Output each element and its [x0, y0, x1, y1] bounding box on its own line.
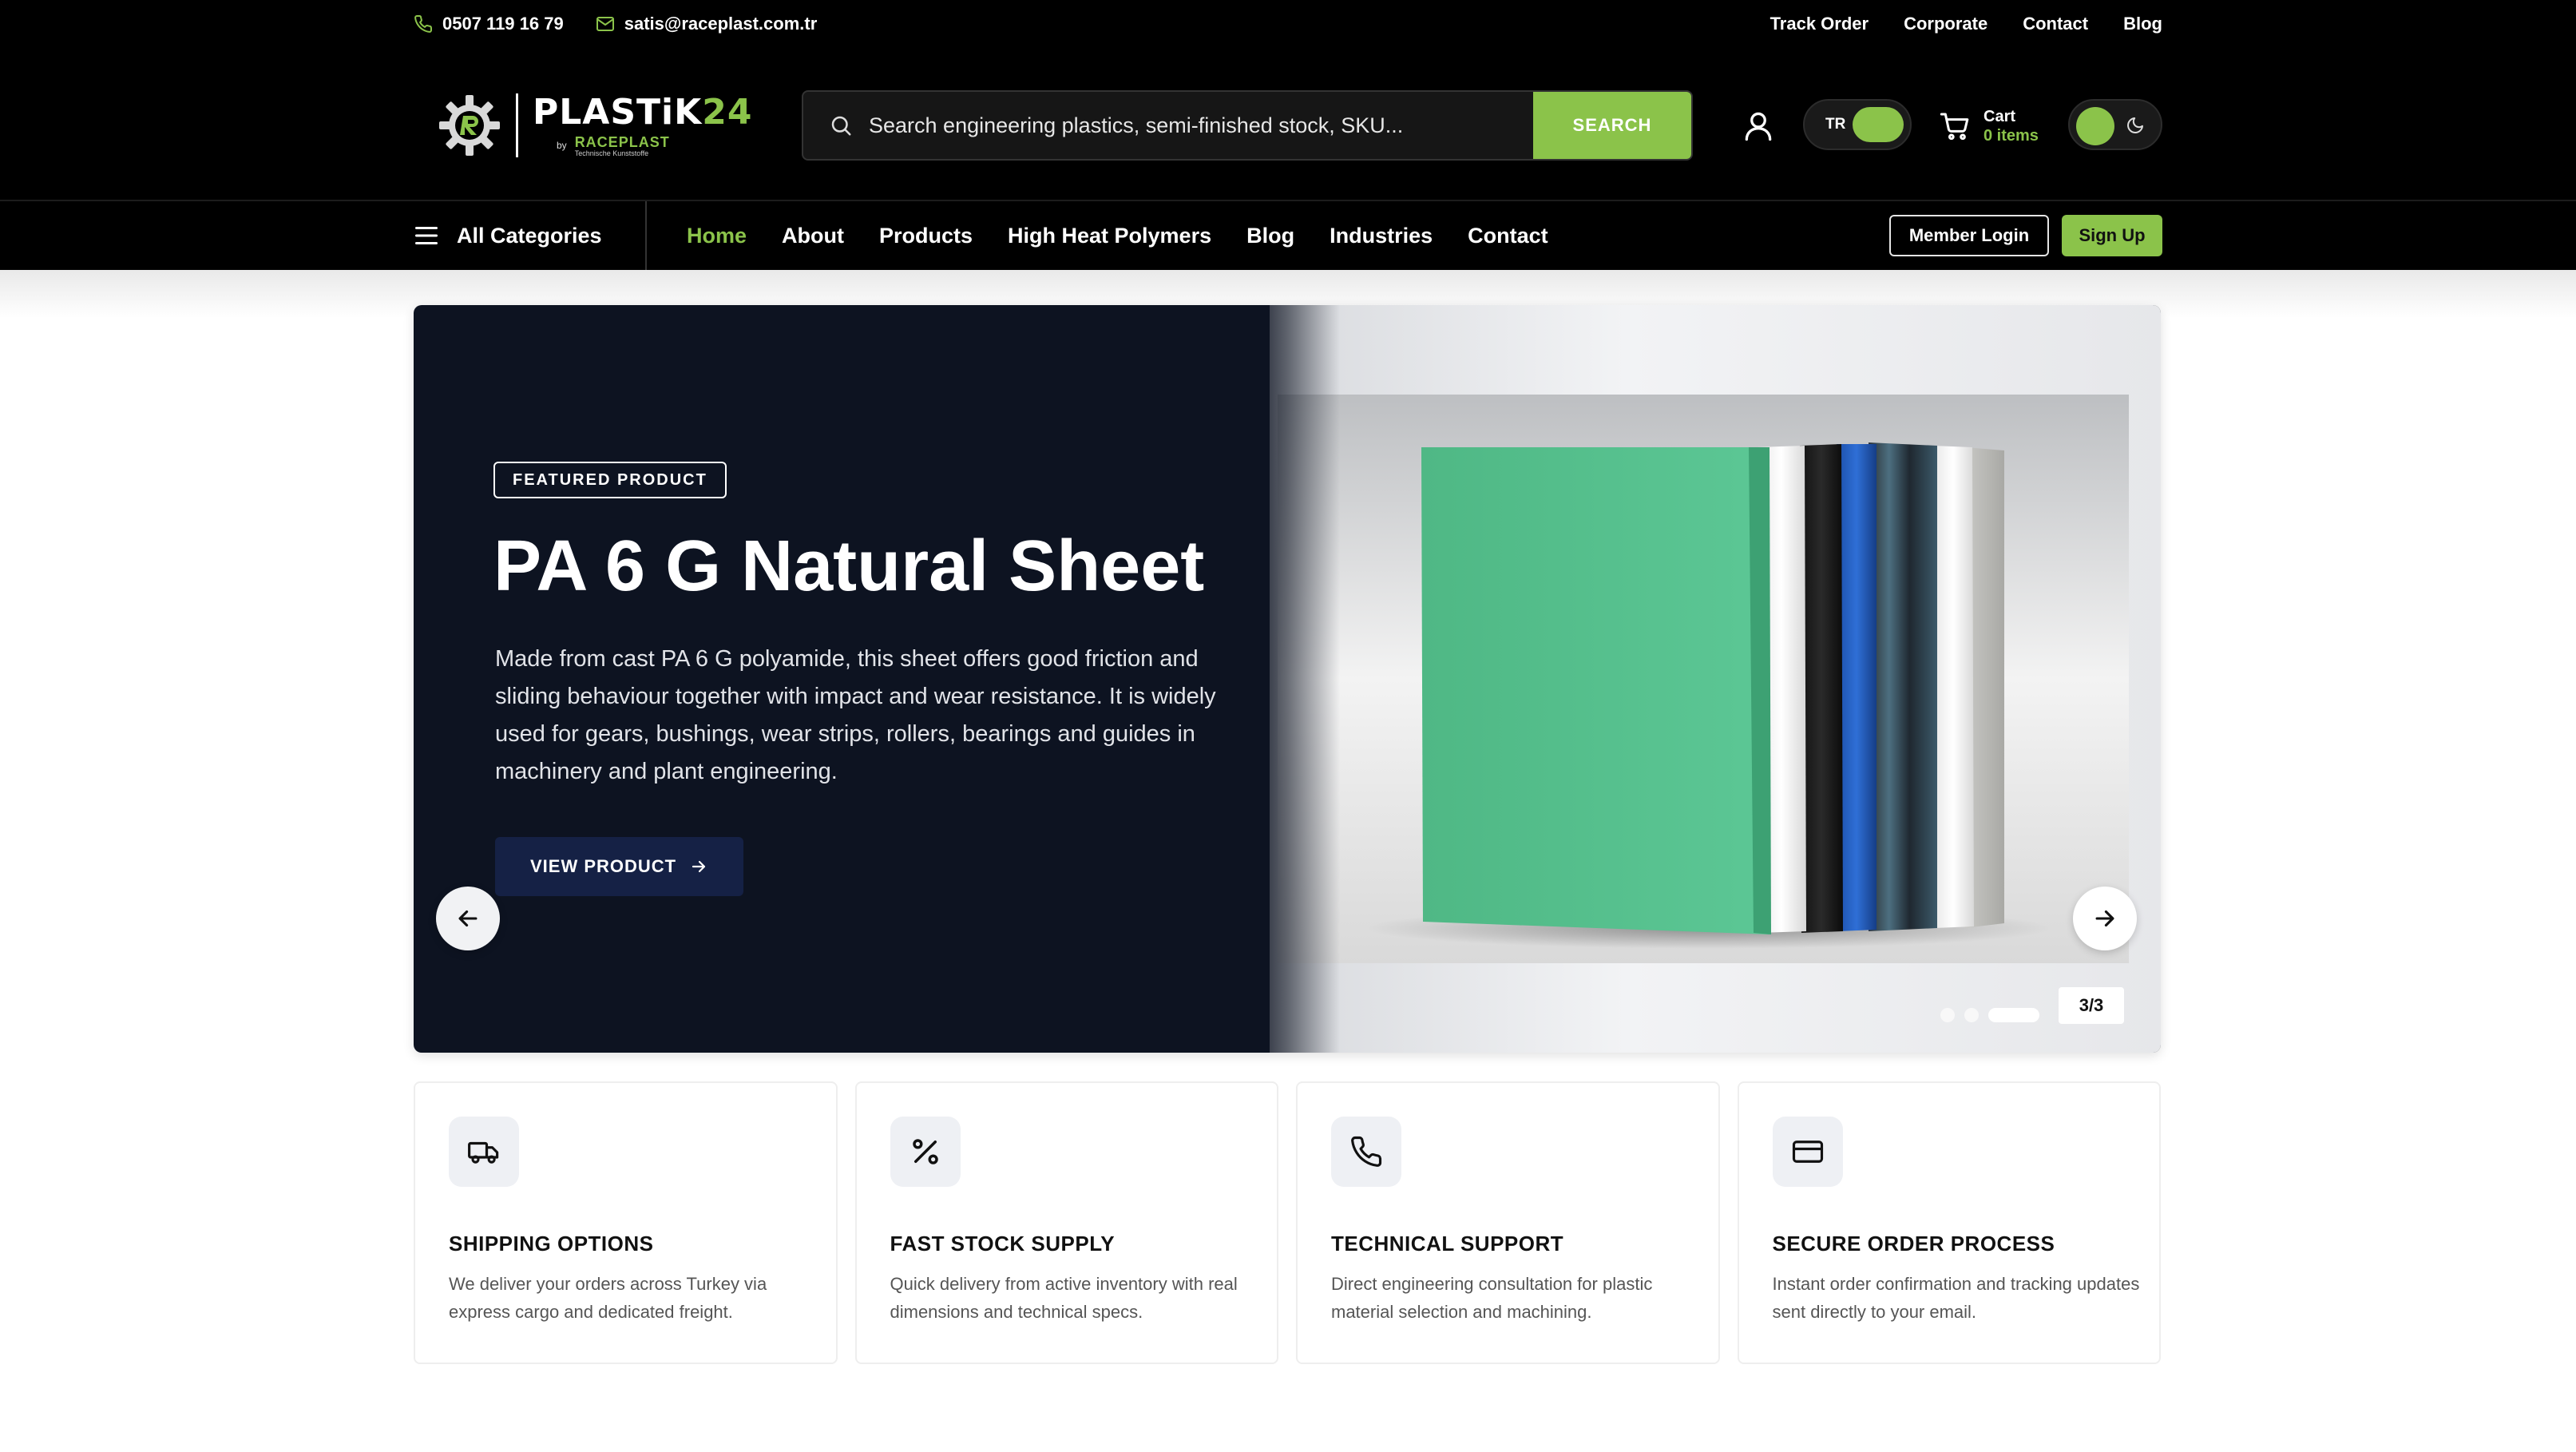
sign-up-button[interactable]: Sign Up: [2062, 215, 2162, 256]
feature-card-shipping: SHIPPING OPTIONS We deliver your orders …: [414, 1081, 838, 1364]
logo-brand: RACEPLAST: [574, 133, 670, 150]
product-sheets-image: [1365, 442, 2052, 949]
phone-icon: [414, 14, 433, 33]
logo-divider: [516, 93, 518, 157]
search-input[interactable]: [853, 92, 1533, 159]
arrow-left-icon: [458, 910, 478, 927]
mail-icon: [596, 17, 614, 31]
email-link[interactable]: satis@raceplast.com.tr: [596, 14, 818, 34]
hero-description: Made from cast PA 6 G polyamide, this sh…: [495, 646, 1216, 784]
user-icon[interactable]: [1741, 109, 1776, 144]
all-categories-label: All Categories: [457, 223, 602, 248]
phone-number: 0507 119 16 79: [442, 14, 564, 34]
hero-title: PA 6 G Natural Sheet: [493, 526, 1205, 606]
featured-badge: FEATURED PRODUCT: [493, 462, 727, 498]
feature-card-secure-order: SECURE ORDER PROCESS Instant order confi…: [1737, 1081, 2161, 1364]
site-logo[interactable]: PLASTiK24 by RACEPLAST Technische Kunsts…: [438, 91, 752, 160]
cart-label: Cart: [1984, 108, 2016, 125]
slider-dot-3[interactable]: [1988, 1008, 2039, 1022]
theme-toggle-knob: [2076, 107, 2114, 145]
main-header: PLASTiK24 by RACEPLAST Technische Kunsts…: [0, 48, 2576, 200]
credit-card-icon: [1792, 1141, 1823, 1163]
feature-title: FAST STOCK SUPPLY: [890, 1232, 1116, 1256]
moon-icon: [2127, 117, 2143, 133]
feature-description: Direct engineering consultation for plas…: [1331, 1274, 1653, 1322]
phone-icon: [1351, 1136, 1382, 1167]
slider-next-button[interactable]: [2073, 887, 2137, 950]
contact-info: 0507 119 16 79 satis@raceplast.com.tr: [414, 0, 817, 48]
slider-dot-1[interactable]: [1940, 1008, 1955, 1022]
all-categories-button[interactable]: All Categories: [414, 201, 602, 270]
language-label: TR: [1825, 116, 1846, 133]
email-address: satis@raceplast.com.tr: [624, 14, 818, 34]
top-link-contact[interactable]: Contact: [2023, 14, 2088, 34]
logo-main-text: PLASTiK: [533, 91, 703, 133]
logo-number: 24: [702, 91, 753, 133]
slider-prev-button[interactable]: [436, 887, 500, 950]
hamburger-menu-icon: [415, 227, 438, 244]
nav-link-home[interactable]: Home: [687, 224, 747, 248]
feature-card-support: TECHNICAL SUPPORT Direct engineering con…: [1296, 1081, 1720, 1364]
cart-icon: [1940, 113, 1969, 141]
top-links: Track Order Corporate Contact Blog: [1770, 0, 2162, 48]
search-icon: [831, 116, 851, 136]
view-product-button[interactable]: VIEW PRODUCT: [495, 837, 744, 896]
cart-button[interactable]: Cart 0 items: [1939, 104, 2039, 149]
main-nav: All Categories Home About Products High …: [0, 200, 2576, 270]
nav-link-about[interactable]: About: [782, 224, 844, 248]
logo-by: by: [557, 140, 567, 151]
feature-title: TECHNICAL SUPPORT: [1331, 1232, 1564, 1256]
feature-description: Quick delivery from active inventory wit…: [890, 1274, 1238, 1322]
nav-link-products[interactable]: Products: [879, 224, 973, 248]
features-row: SHIPPING OPTIONS We deliver your orders …: [414, 1081, 2161, 1364]
view-product-label: VIEW PRODUCT: [530, 856, 677, 876]
language-toggle-knob: [1853, 107, 1904, 142]
feature-title: SECURE ORDER PROCESS: [1772, 1232, 2055, 1256]
slider-dots: [1940, 1008, 2039, 1022]
nav-divider: [645, 201, 647, 270]
cart-count: 0 items: [1984, 127, 2039, 145]
logo-tagline: Technische Kunststoffe: [574, 149, 649, 157]
feature-title: SHIPPING OPTIONS: [449, 1232, 654, 1256]
hero-slider: FEATURED PRODUCT PA 6 G Natural Sheet Ma…: [414, 305, 2161, 1053]
arrow-right-icon: [2095, 910, 2114, 927]
top-link-corporate[interactable]: Corporate: [1904, 14, 1987, 34]
percent-icon: [912, 1139, 938, 1164]
arrow-right-icon: [692, 860, 706, 873]
nav-link-high-heat-polymers[interactable]: High Heat Polymers: [1008, 224, 1211, 248]
feature-card-stock: FAST STOCK SUPPLY Quick delivery from ac…: [854, 1081, 1278, 1364]
hero-fade-overlay: [1244, 305, 1340, 1053]
theme-toggle[interactable]: [2068, 99, 2162, 150]
slider-dot-2[interactable]: [1964, 1008, 1979, 1022]
search-button[interactable]: SEARCH: [1533, 92, 1691, 159]
feature-description: Instant order confirmation and tracking …: [1772, 1274, 2140, 1322]
nav-link-contact[interactable]: Contact: [1468, 224, 1548, 248]
logo-wordmark: PLASTiK24 by RACEPLAST Technische Kunsts…: [533, 91, 753, 157]
search-bar: SEARCH: [802, 90, 1693, 161]
nav-link-industries[interactable]: Industries: [1330, 224, 1433, 248]
language-toggle[interactable]: TR: [1803, 99, 1912, 150]
member-login-button[interactable]: Member Login: [1889, 215, 2049, 256]
feature-description: We deliver your orders across Turkey via…: [449, 1274, 767, 1322]
gear-logo-icon: [439, 95, 500, 156]
phone-link[interactable]: 0507 119 16 79: [414, 14, 564, 34]
top-bar: 0507 119 16 79 satis@raceplast.com.tr Tr…: [0, 0, 2576, 48]
slide-counter: 3/3: [2059, 987, 2124, 1024]
nav-links: Home About Products High Heat Polymers B…: [687, 201, 1548, 270]
top-link-blog[interactable]: Blog: [2123, 14, 2162, 34]
nav-link-blog[interactable]: Blog: [1246, 224, 1294, 248]
truck-icon: [468, 1141, 499, 1164]
top-link-track-order[interactable]: Track Order: [1770, 14, 1869, 34]
